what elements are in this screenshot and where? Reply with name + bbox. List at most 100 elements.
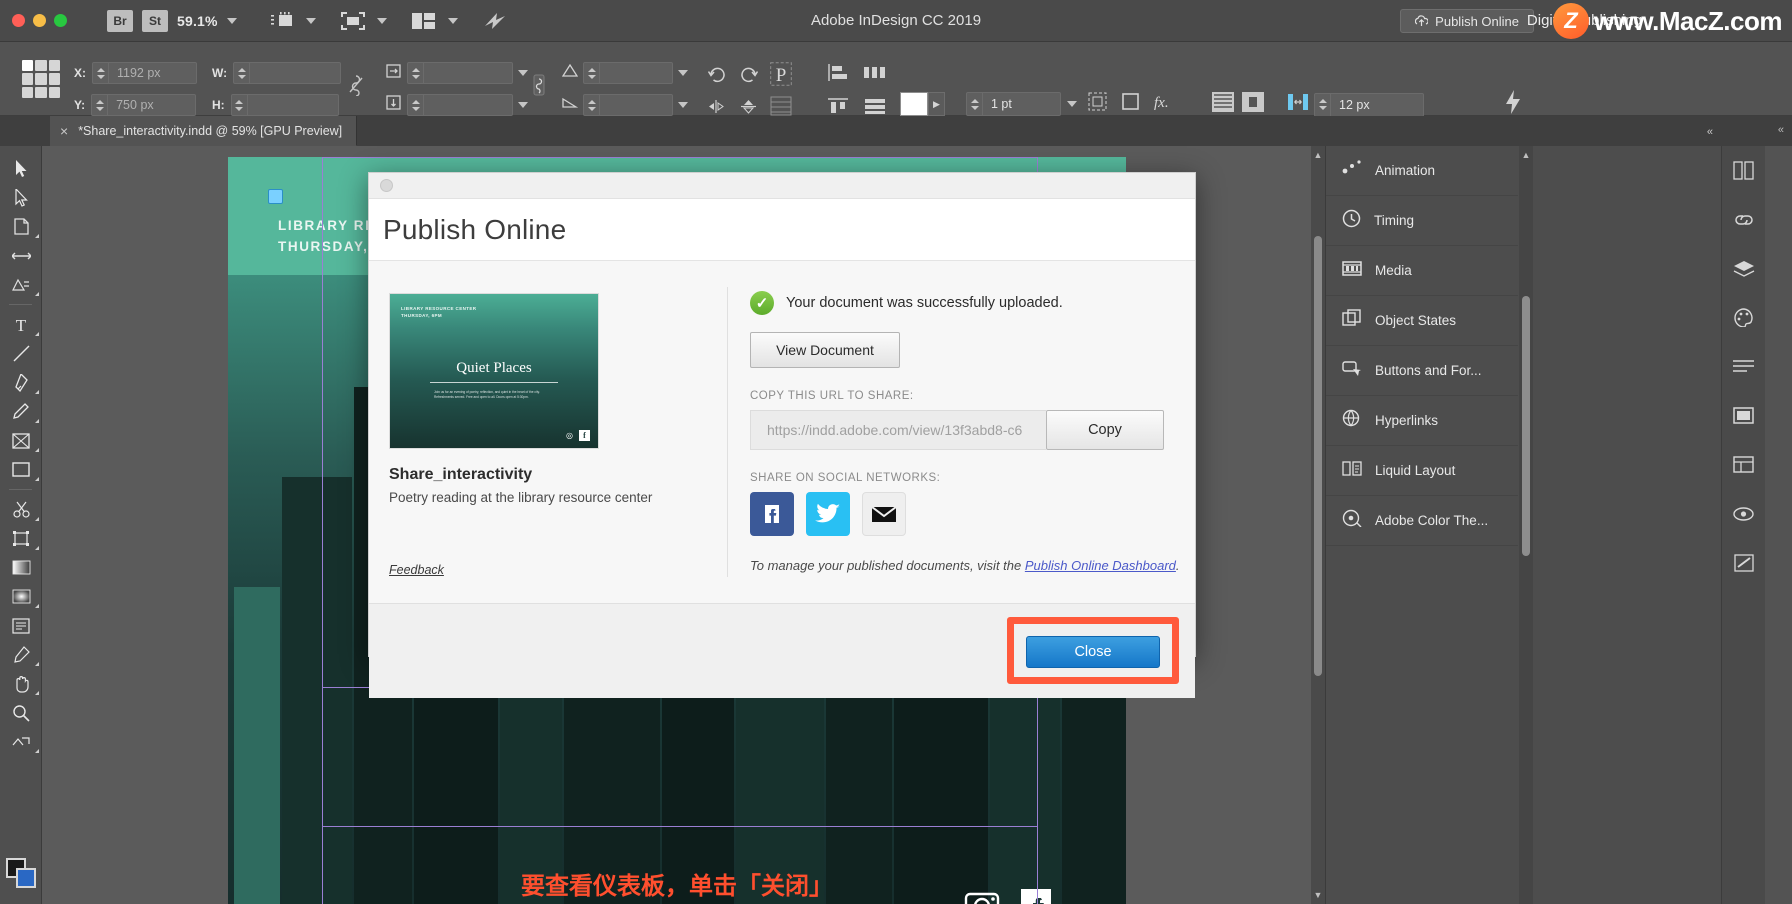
- scroll-down-arrow-icon[interactable]: ▼: [1311, 888, 1325, 902]
- text-frame-options-icon[interactable]: P: [770, 62, 792, 91]
- rotate-cw-button[interactable]: [739, 66, 759, 88]
- effects-fx-icon[interactable]: fx.: [1154, 92, 1178, 116]
- panel-item-object-states[interactable]: Object States: [1326, 296, 1518, 346]
- panel-vertical-scrollbar[interactable]: ▲: [1519, 146, 1533, 904]
- share-twitter-button[interactable]: [806, 492, 850, 536]
- behance-share-icon[interactable]: [480, 10, 510, 32]
- fill-stroke-swatches[interactable]: [6, 858, 36, 888]
- link-scale-toggle[interactable]: [530, 74, 548, 96]
- canvas-scroll-thumb[interactable]: [1314, 236, 1322, 676]
- x-stepper[interactable]: [93, 63, 109, 83]
- panel-item-liquid-layout[interactable]: Liquid Layout: [1326, 446, 1518, 496]
- rectangle-tool[interactable]: [0, 455, 42, 484]
- align-left-edges-icon[interactable]: [828, 64, 848, 86]
- gap-field[interactable]: 12 px: [1314, 92, 1424, 117]
- share-url-input[interactable]: https://indd.adobe.com/view/13f3abd8-c6: [750, 410, 1046, 450]
- fill-color-swatch[interactable]: [900, 92, 928, 116]
- panel-item-media[interactable]: Media: [1326, 246, 1518, 296]
- document-thumbnail[interactable]: LIBRARY RESOURCE CENTER THURSDAY, 6PM Qu…: [389, 293, 599, 449]
- arrange-documents-icon[interactable]: [409, 10, 439, 32]
- distribute-horizontal-icon[interactable]: [864, 64, 886, 86]
- shear-chevron-icon[interactable]: [678, 70, 688, 76]
- view-options-chevron-icon[interactable]: [305, 17, 316, 24]
- arrange-documents-chevron-icon[interactable]: [447, 17, 458, 24]
- pages-panel-icon[interactable]: [1722, 146, 1765, 195]
- fill-swatch-chevron-icon[interactable]: ▶: [928, 92, 945, 116]
- quick-apply-icon[interactable]: [1505, 90, 1521, 114]
- panel-item-hyperlinks[interactable]: Hyperlinks: [1326, 396, 1518, 446]
- maximize-window-button[interactable]: [54, 14, 67, 27]
- free-transform-tool[interactable]: [0, 524, 42, 553]
- paragraph-styles-panel-icon[interactable]: [1722, 342, 1765, 391]
- text-wrap-none-icon[interactable]: [1212, 92, 1234, 117]
- close-button[interactable]: Close: [1026, 636, 1160, 668]
- w-field[interactable]: [233, 62, 342, 84]
- zoom-level-value[interactable]: 59.1%: [177, 13, 218, 29]
- stroke-weight-field[interactable]: 1 pt: [966, 92, 1061, 116]
- gap-stepper[interactable]: [1315, 93, 1331, 116]
- minimize-window-button[interactable]: [33, 14, 46, 27]
- scale-x-chevron-icon[interactable]: [518, 70, 528, 76]
- color-panel-icon[interactable]: [1722, 293, 1765, 342]
- rotation-chevron-icon[interactable]: [678, 102, 688, 108]
- scale-x-field[interactable]: [407, 62, 513, 84]
- h-field[interactable]: [230, 94, 339, 116]
- w-stepper[interactable]: [234, 63, 251, 83]
- panel-item-animation[interactable]: Animation: [1326, 146, 1518, 196]
- scale-y-chevron-icon[interactable]: [518, 102, 528, 108]
- rotate-ccw-button[interactable]: [707, 66, 727, 88]
- content-collector-tool[interactable]: [0, 270, 42, 299]
- panel-item-buttons-and-forms[interactable]: Buttons and For...: [1326, 346, 1518, 396]
- cc-libraries-panel-icon[interactable]: [1722, 440, 1765, 489]
- scale-x-stepper[interactable]: [408, 63, 424, 83]
- rotation-stepper[interactable]: [584, 95, 600, 115]
- tab-close-icon[interactable]: ×: [60, 124, 68, 138]
- stroke-weight-stepper[interactable]: [967, 93, 983, 115]
- effects-panel-icon[interactable]: [1722, 489, 1765, 538]
- y-field[interactable]: 750 px: [91, 94, 197, 116]
- panel-collapse-chevrons-icon[interactable]: «: [1707, 126, 1713, 138]
- panel-scroll-up-arrow-icon[interactable]: ▲: [1519, 148, 1533, 162]
- text-wrap-bounding-icon[interactable]: [1242, 92, 1264, 117]
- copy-url-button[interactable]: Copy: [1046, 410, 1164, 450]
- scroll-up-arrow-icon[interactable]: ▲: [1311, 148, 1325, 162]
- panel-expand-chevrons-icon[interactable]: «: [1778, 124, 1784, 136]
- frame-tool[interactable]: [0, 426, 42, 455]
- hand-tool[interactable]: [0, 669, 42, 698]
- gap-tool[interactable]: [0, 241, 42, 270]
- eyedropper-tool[interactable]: [0, 640, 42, 669]
- shear-stepper[interactable]: [584, 63, 600, 83]
- view-options-icon[interactable]: [267, 10, 297, 32]
- reference-point-proxy[interactable]: [22, 60, 60, 98]
- scale-y-field[interactable]: [407, 94, 513, 116]
- zoom-dropdown-chevron-icon[interactable]: [226, 17, 237, 24]
- panel-scroll-thumb[interactable]: [1522, 296, 1530, 556]
- selection-tool[interactable]: [0, 154, 42, 183]
- pen-tool[interactable]: [0, 368, 42, 397]
- shear-field[interactable]: [583, 62, 673, 84]
- h-stepper[interactable]: [232, 95, 248, 115]
- feedback-link[interactable]: Feedback: [389, 563, 444, 577]
- layers-panel-icon[interactable]: [1722, 244, 1765, 293]
- publish-online-dashboard-link[interactable]: Publish Online Dashboard: [1025, 558, 1176, 573]
- share-facebook-button[interactable]: [750, 492, 794, 536]
- share-email-button[interactable]: [862, 492, 906, 536]
- note-tool[interactable]: [0, 611, 42, 640]
- pencil-tool[interactable]: [0, 397, 42, 426]
- line-tool[interactable]: [0, 339, 42, 368]
- fill-swatch-tool[interactable]: [16, 868, 36, 888]
- links-panel-icon[interactable]: [1722, 195, 1765, 244]
- stroke-panel-icon[interactable]: [1722, 538, 1765, 587]
- rotation-field[interactable]: [583, 94, 673, 116]
- close-window-button[interactable]: [12, 14, 25, 27]
- stroke-weight-chevron-icon[interactable]: [1067, 101, 1077, 107]
- y-stepper[interactable]: [92, 95, 109, 115]
- adobe-stock-button[interactable]: St: [142, 9, 168, 32]
- direct-selection-tool[interactable]: [0, 183, 42, 212]
- gradient-feather-tool[interactable]: [0, 582, 42, 611]
- panel-item-timing[interactable]: Timing: [1326, 196, 1518, 246]
- screen-mode-icon[interactable]: [338, 10, 368, 32]
- type-tool[interactable]: T: [0, 310, 42, 339]
- constrain-proportions-toggle[interactable]: [348, 74, 364, 96]
- object-styles-panel-icon[interactable]: [1722, 391, 1765, 440]
